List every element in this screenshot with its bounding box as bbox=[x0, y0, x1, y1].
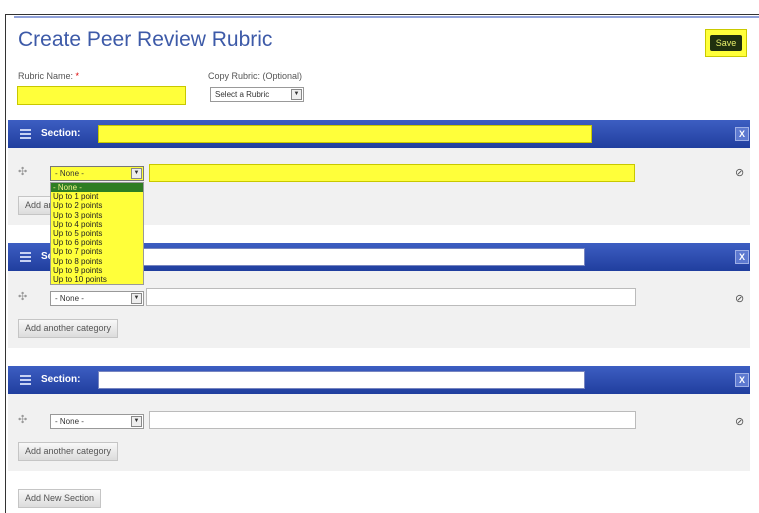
dropdown-option[interactable]: Up to 9 points bbox=[51, 266, 143, 275]
save-button-label: Save bbox=[709, 35, 743, 51]
save-button[interactable]: Save bbox=[705, 29, 747, 57]
add-category-button[interactable]: Add another category bbox=[18, 319, 119, 338]
points-dropdown-list: - None - Up to 1 point Up to 2 points Up to… bbox=[50, 182, 144, 286]
required-mark: * bbox=[75, 71, 80, 81]
chevron-down-icon: ▼ bbox=[131, 293, 142, 304]
delete-icon[interactable]: ⊘ bbox=[735, 292, 744, 305]
chevron-down-icon: ▼ bbox=[131, 416, 142, 427]
drag-handle-icon[interactable]: ✣ bbox=[18, 165, 27, 178]
section-body: ✣ - None -▼ ⊘ Add another category bbox=[8, 394, 750, 471]
delete-icon[interactable]: ⊘ bbox=[735, 166, 744, 179]
dropdown-option[interactable]: Up to 1 point bbox=[51, 192, 143, 201]
section-label: Section: bbox=[41, 128, 81, 139]
rubric-name-label: Rubric Name: * bbox=[18, 71, 80, 81]
copy-rubric-label: Copy Rubric: (Optional) bbox=[208, 71, 303, 81]
dropdown-option[interactable]: Up to 4 points bbox=[51, 220, 143, 229]
section-header: Section: X bbox=[8, 120, 750, 148]
section-handle-icon[interactable] bbox=[20, 129, 31, 141]
remove-section-button[interactable]: X bbox=[735, 373, 749, 387]
add-category-button[interactable]: Add another category bbox=[18, 442, 119, 461]
drag-handle-icon[interactable]: ✣ bbox=[18, 413, 27, 426]
dropdown-option[interactable]: Up to 6 points bbox=[51, 238, 143, 247]
drag-handle-icon[interactable]: ✣ bbox=[18, 290, 27, 303]
dropdown-option[interactable]: - None - bbox=[51, 183, 143, 193]
dropdown-option[interactable]: Up to 2 points bbox=[51, 201, 143, 210]
category-input[interactable] bbox=[149, 164, 635, 182]
remove-section-button[interactable]: X bbox=[735, 127, 749, 141]
section-title-input[interactable] bbox=[98, 371, 585, 389]
title-rule bbox=[14, 16, 759, 18]
points-select[interactable]: - None - ▼ bbox=[50, 166, 144, 181]
rubric-name-input[interactable] bbox=[17, 86, 186, 105]
dropdown-option[interactable]: Up to 8 points bbox=[51, 257, 143, 266]
section-header: Section: X bbox=[8, 366, 750, 394]
copy-rubric-select[interactable]: Select a Rubric ▼ bbox=[210, 87, 304, 102]
category-input[interactable] bbox=[146, 288, 636, 306]
dropdown-option[interactable]: Up to 10 points bbox=[51, 275, 143, 284]
section-title-input[interactable] bbox=[98, 125, 592, 143]
add-section-button[interactable]: Add New Section bbox=[18, 489, 102, 508]
section-handle-icon[interactable] bbox=[20, 375, 31, 387]
chevron-down-icon: ▼ bbox=[291, 89, 302, 100]
chevron-down-icon: ▼ bbox=[131, 168, 142, 179]
page-title: Create Peer Review Rubric bbox=[18, 28, 273, 51]
points-select[interactable]: - None - ▼ bbox=[50, 414, 144, 429]
category-input[interactable] bbox=[149, 411, 636, 429]
delete-icon[interactable]: ⊘ bbox=[735, 415, 744, 428]
points-select[interactable]: - None - ▼ bbox=[50, 291, 144, 306]
section-label: Section: bbox=[41, 374, 81, 385]
section-title-input[interactable] bbox=[98, 248, 585, 266]
dropdown-option[interactable]: Up to 7 points bbox=[51, 247, 143, 256]
dropdown-option[interactable]: Up to 3 points bbox=[51, 211, 143, 220]
dropdown-option[interactable]: Up to 5 points bbox=[51, 229, 143, 238]
section-handle-icon[interactable] bbox=[20, 252, 31, 264]
remove-section-button[interactable]: X bbox=[735, 250, 749, 264]
